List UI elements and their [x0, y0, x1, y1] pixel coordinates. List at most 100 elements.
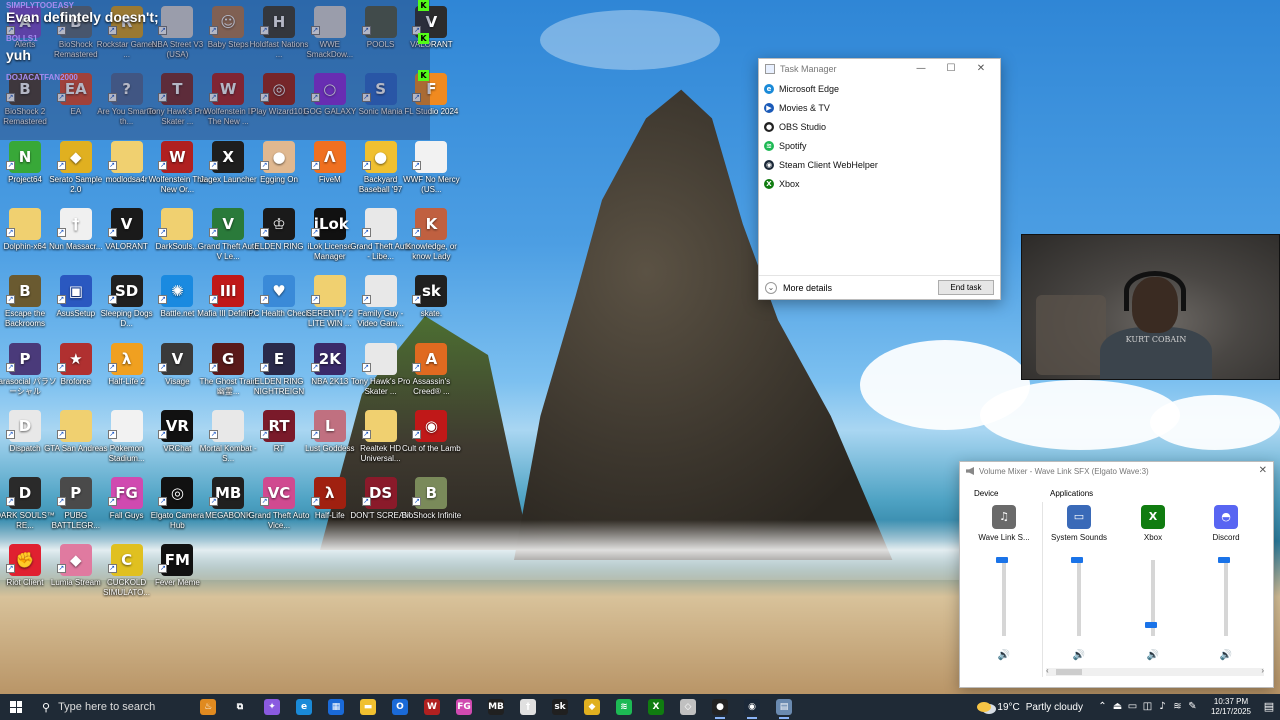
shortcut-arrow-icon: ↗ — [56, 160, 66, 170]
shortcut-arrow-icon: ↗ — [107, 429, 117, 439]
process-icon: X — [764, 178, 774, 189]
desktop-icon-label: Cult of the Lamb — [402, 443, 461, 453]
desktop-icon[interactable]: K ↗ Knowledge, or know Lady — [398, 206, 464, 272]
taskbar-app-task-manager[interactable]: ▤ — [768, 694, 800, 720]
weather-widget[interactable]: 19°C Partly cloudy — [977, 702, 1083, 713]
process-icon: ● — [764, 121, 774, 132]
wifi-icon[interactable]: ≋ — [1170, 694, 1185, 720]
process-row[interactable]: ● OBS Studio — [759, 117, 1000, 136]
taskbar-app-microsoft-store[interactable]: ▦ — [320, 694, 352, 720]
process-row[interactable]: ≋ Spotify — [759, 136, 1000, 155]
taskbar-app-task-view[interactable]: ⧉ — [224, 694, 256, 720]
weather-temperature: 19°C — [997, 701, 1020, 713]
process-name: Spotify — [779, 140, 807, 151]
usb-icon[interactable]: ⏏ — [1110, 694, 1125, 720]
taskbar-search-box[interactable]: ⚲ Type here to search — [32, 694, 192, 720]
mute-toggle-icon[interactable]: 🔊 — [968, 650, 1040, 662]
chat-message: Evan defintely doesn't; — [6, 9, 159, 25]
taskbar-app-spotify[interactable]: ≋ — [608, 694, 640, 720]
taskbar-app-file-explorer[interactable]: ▬ — [352, 694, 384, 720]
channel-name: Discord — [1212, 533, 1240, 542]
maximize-button[interactable]: ☐ — [936, 61, 966, 77]
desktop-icon-label: skate. — [420, 309, 443, 319]
scroll-right-icon[interactable]: › — [1261, 666, 1264, 675]
volume-slider-track[interactable] — [1077, 560, 1081, 636]
horizontal-scrollbar[interactable]: ‹ › — [1046, 666, 1264, 676]
mixer-channel: ▭ System Sounds 🔊 — [1043, 502, 1115, 667]
taskbar-app-shield-app[interactable]: ◇ — [672, 694, 704, 720]
notification-icon[interactable]: ▤ — [1258, 694, 1280, 720]
more-details-link[interactable]: More details — [783, 283, 832, 293]
shortcut-arrow-icon: ↗ — [158, 497, 168, 507]
shortcut-arrow-icon: ↗ — [6, 497, 15, 507]
volume-slider-thumb[interactable] — [1218, 557, 1230, 563]
task-manager-footer: ⌄ More details End task — [759, 275, 1000, 299]
channel-name[interactable]: Wave Link S... — [968, 533, 1040, 545]
taskbar-app-fall-guys[interactable]: FG — [448, 694, 480, 720]
volume-slider-track[interactable] — [1224, 560, 1228, 636]
pen-icon[interactable]: ✎ — [1185, 694, 1200, 720]
shortcut-arrow-icon: ↗ — [6, 295, 15, 305]
taskbar-app-outlook[interactable]: O — [384, 694, 416, 720]
desktop-icon[interactable]: FM ↗ Fever Meme — [144, 542, 210, 608]
volume-icon[interactable]: ♪ — [1155, 694, 1170, 720]
start-button[interactable] — [0, 694, 32, 720]
taskbar-app-obs[interactable]: ● — [704, 694, 736, 720]
desktop-icon[interactable]: B ↗ BioShock Infinite — [398, 475, 464, 541]
shortcut-arrow-icon: ↗ — [56, 227, 66, 237]
shortcut-arrow-icon: ↗ — [260, 497, 269, 507]
wallpaper-cloud — [980, 380, 1180, 450]
minimize-button[interactable]: — — [906, 61, 936, 77]
desktop-icon[interactable]: ↗ WWF No Mercy (US... — [398, 139, 464, 205]
mute-toggle-icon[interactable]: 🔊 — [1190, 650, 1262, 662]
process-row[interactable]: X Xbox — [759, 174, 1000, 193]
process-row[interactable]: ▶ Movies & TV — [759, 98, 1000, 117]
volume-mixer-titlebar[interactable]: Volume Mixer - Wave Link SFX (Elgato Wav… — [960, 462, 1273, 480]
network-icon[interactable]: ◫ — [1140, 694, 1155, 720]
mute-toggle-icon[interactable]: 🔊 — [1117, 650, 1189, 662]
steam-icon: ◉ — [744, 699, 760, 715]
mixer-channel: ◓ Discord 🔊 — [1190, 502, 1262, 667]
taskbar-app-megabonk[interactable]: MB — [480, 694, 512, 720]
taskbar-app-wolfenstein[interactable]: W — [416, 694, 448, 720]
desktop-icon[interactable]: A ↗ Assassin's Creed® ... — [398, 341, 464, 407]
mute-toggle-icon[interactable]: 🔊 — [1043, 650, 1115, 662]
taskbar-clock[interactable]: 10:37 PM 12/17/2025 — [1204, 697, 1258, 717]
end-task-button[interactable]: End task — [938, 280, 994, 295]
shortcut-arrow-icon: ↗ — [107, 227, 117, 237]
kick-badge-icon: K — [418, 0, 429, 11]
taskbar-app-nun-massacre[interactable]: † — [512, 694, 544, 720]
taskbar-app-xbox[interactable]: X — [640, 694, 672, 720]
close-button[interactable]: ✕ — [966, 61, 996, 77]
task-manager-icon: ▤ — [776, 699, 792, 715]
shortcut-arrow-icon: ↗ — [412, 227, 422, 237]
volume-slider-thumb[interactable] — [1145, 622, 1157, 629]
volume-slider-track[interactable] — [1002, 560, 1006, 636]
taskbar-app-edge[interactable]: e — [288, 694, 320, 720]
close-button[interactable]: ✕ — [1259, 464, 1267, 478]
shortcut-arrow-icon: ↗ — [361, 429, 371, 439]
nun-massacre-icon: † — [520, 699, 536, 715]
display-icon[interactable]: ▭ — [1125, 694, 1140, 720]
webcam-chair — [1036, 295, 1106, 375]
process-row[interactable]: e Microsoft Edge — [759, 79, 1000, 98]
taskbar-app-serato[interactable]: ◆ — [576, 694, 608, 720]
taskbar-app-skate[interactable]: sk — [544, 694, 576, 720]
volume-mixer-window: Volume Mixer - Wave Link SFX (Elgato Wav… — [959, 461, 1274, 688]
chevron-down-icon[interactable]: ⌄ — [765, 281, 777, 294]
taskbar-app-steam[interactable]: ◉ — [736, 694, 768, 720]
process-name: OBS Studio — [779, 121, 827, 132]
desktop-icon[interactable]: ◉ ↗ Cult of the Lamb — [398, 408, 464, 474]
scroll-left-icon[interactable]: ‹ — [1046, 666, 1049, 675]
desktop-icon[interactable]: sk ↗ skate. — [398, 273, 464, 339]
scrollbar-thumb[interactable] — [1056, 669, 1082, 675]
shortcut-arrow-icon: ↗ — [209, 160, 219, 170]
process-row[interactable]: ◉ Steam Client WebHelper — [759, 155, 1000, 174]
taskbar-app-copilot[interactable]: ✦ — [256, 694, 288, 720]
taskbar-app-candle-app[interactable]: ♨ — [192, 694, 224, 720]
volume-slider-thumb[interactable] — [1071, 557, 1083, 563]
window-title: Task Manager — [780, 64, 837, 74]
chevron-up-icon[interactable]: ⌃ — [1095, 694, 1110, 720]
shortcut-arrow-icon: ↗ — [56, 429, 66, 439]
volume-slider-thumb[interactable] — [996, 557, 1008, 563]
